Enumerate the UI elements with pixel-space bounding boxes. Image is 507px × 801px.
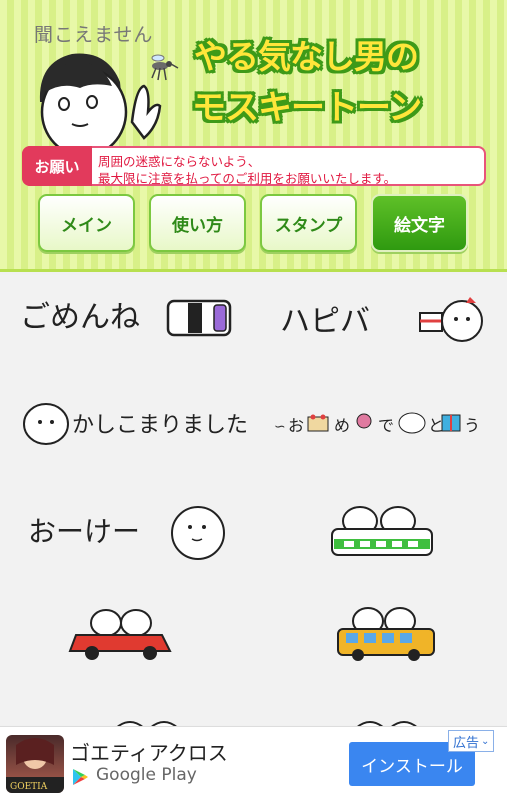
nav-emoji-button[interactable]: 絵文字	[371, 194, 468, 252]
emoji-okay[interactable]: おーけー	[28, 503, 233, 567]
title-line2: モスキートーン	[192, 88, 422, 128]
notice-box: お願い 周囲の迷惑にならないよう、 最大限に注意を払ってのご利用をお願いいたしま…	[22, 146, 486, 186]
emoji-red-car[interactable]	[66, 605, 176, 669]
emoji-omedetou-char3: で	[378, 416, 394, 435]
ad-icon-text: GOETIA	[10, 782, 48, 792]
ad-store-name: Google Play	[96, 765, 197, 785]
notice-text-line2: 最大限に注意を払ってのご利用をお願いいたします。	[98, 171, 397, 186]
emoji-kashikomari-text: かしこまりました。	[72, 413, 248, 438]
emoji-omedetou[interactable]: ∽ お め で と う	[272, 403, 492, 447]
svg-text:∽: ∽	[274, 419, 286, 435]
ad-choices-label[interactable]: 広告 ⌄	[448, 730, 495, 752]
mosquito-icon	[151, 54, 179, 81]
notice-badge: お願い	[22, 146, 92, 186]
emoji-okay-text: おーけー	[28, 515, 140, 548]
emoji-omedetou-char2: め	[334, 416, 350, 435]
ad-app-icon[interactable]: GOETIA	[6, 735, 64, 793]
nav-main-button[interactable]: メイン	[38, 194, 135, 252]
emoji-omedetou-char1: お	[288, 416, 304, 435]
title-line1: やる気なし男の	[194, 37, 419, 76]
emoji-kashikomari[interactable]: かしこまりました。	[18, 400, 270, 454]
emoji-gomenne[interactable]: ごめんね	[20, 291, 235, 350]
emoji-omedetou-char5: う	[464, 416, 480, 435]
emoji-gomenne-text: ごめんね	[20, 300, 140, 335]
chevron-down-icon: ⌄	[481, 735, 490, 747]
ad-banner[interactable]: GOETIA ゴエティアクロス Google Play インストール 広告 ⌄	[0, 726, 507, 801]
mascot-illustration	[39, 53, 179, 152]
emoji-bus[interactable]	[334, 605, 440, 669]
emoji-happy-text: ハピバ	[280, 304, 370, 339]
nav-usage-button[interactable]: 使い方	[149, 194, 246, 252]
emoji-happy-birthday[interactable]: ハピバ	[280, 291, 485, 350]
ad-title[interactable]: ゴエティアクロス	[70, 737, 228, 766]
emoji-train[interactable]	[328, 503, 438, 567]
ad-label-text: 広告	[453, 735, 480, 751]
emoji-grid: ごめんね ハピバ かしこまりました。 ∽ お め	[0, 275, 507, 729]
nav-stamp-button[interactable]: スタンプ	[260, 194, 357, 252]
app-header: 聞こえません やる気なし男の モスキートーン お願い 周囲の迷惑にならないよう、…	[0, 0, 507, 272]
google-play-icon	[73, 769, 88, 785]
